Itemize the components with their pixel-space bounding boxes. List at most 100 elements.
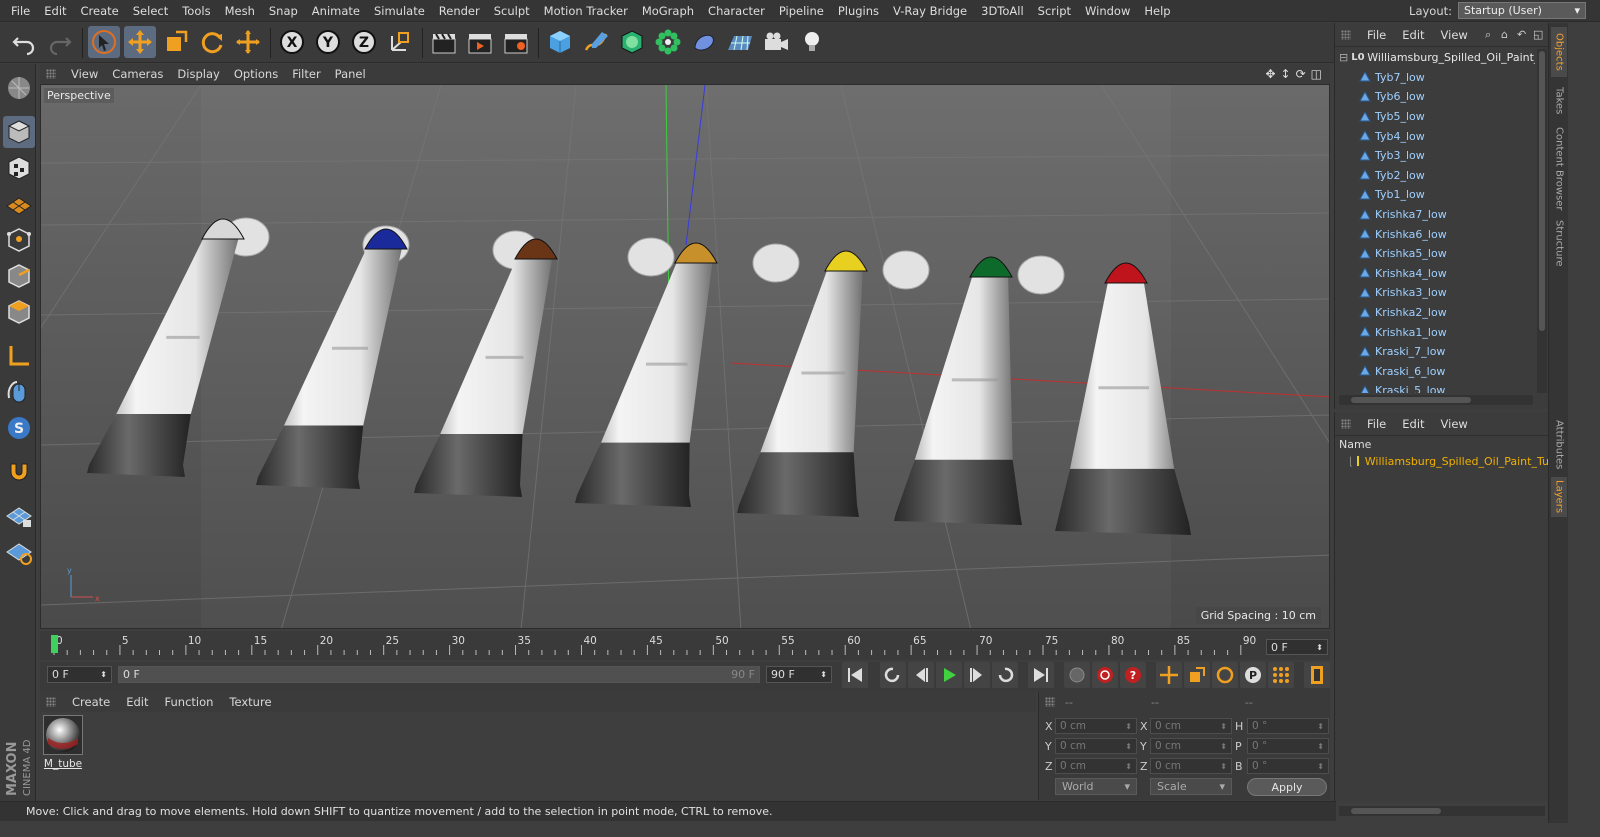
tab-content-browser[interactable]: Content Browser — [1551, 125, 1567, 213]
axis-mode-button[interactable] — [3, 340, 35, 372]
current-frame-field[interactable]: 0 F ⬍ — [1266, 639, 1328, 655]
dolly-view-icon[interactable]: ↕ — [1281, 67, 1291, 81]
tab-takes[interactable]: Takes — [1551, 81, 1567, 121]
render-picture-viewer-button[interactable] — [464, 26, 496, 58]
timeline-ruler[interactable]: 0 5 10 15 20 25 30 35 40 45 50 55 60 65 70 75 80 85 90 0 F… — [40, 631, 1330, 660]
menu-motion-tracker[interactable]: Motion Tracker — [537, 4, 635, 18]
object-row[interactable]: Tyb3_low — [1335, 146, 1535, 166]
snap-button[interactable] — [3, 456, 35, 488]
menu-create[interactable]: Create — [74, 4, 126, 18]
z-axis-lock-button[interactable]: Z — [348, 26, 380, 58]
layer-color-swatch[interactable] — [1357, 456, 1359, 466]
object-row[interactable]: Krishka5_low — [1335, 244, 1535, 264]
tab-attributes[interactable]: Attributes — [1551, 417, 1567, 473]
object-row[interactable]: Krishka7_low — [1335, 205, 1535, 225]
layout-select[interactable]: Startup (User) ▾ — [1458, 2, 1586, 19]
apply-button[interactable]: Apply — [1247, 778, 1327, 796]
loose-cap[interactable] — [627, 237, 675, 277]
object-row[interactable]: Tyb4_low — [1335, 126, 1535, 146]
make-editable-button[interactable] — [3, 72, 35, 104]
deformer-button[interactable] — [688, 26, 720, 58]
material-swatch[interactable] — [43, 715, 83, 755]
menu-mesh[interactable]: Mesh — [218, 4, 262, 18]
tab-layers[interactable]: Layers — [1551, 477, 1567, 517]
tab-structure[interactable]: Structure — [1551, 217, 1567, 269]
scale-tool-button[interactable] — [160, 26, 192, 58]
coordinate-system-button[interactable] — [384, 26, 416, 58]
edges-mode-button[interactable] — [3, 260, 35, 292]
texture-mode-button[interactable] — [3, 152, 35, 184]
render-view-button[interactable] — [428, 26, 460, 58]
rotate-tool-button[interactable] — [196, 26, 228, 58]
coord-size-x-field[interactable]: 0 cm ⬍ — [1150, 718, 1232, 734]
viewport-menu-panel[interactable]: Panel — [328, 67, 373, 81]
undo-button[interactable] — [8, 26, 40, 58]
menu-select[interactable]: Select — [126, 4, 175, 18]
objects-menu-view[interactable]: View — [1433, 28, 1476, 42]
camera-button[interactable] — [760, 26, 792, 58]
menu-window[interactable]: Window — [1078, 4, 1137, 18]
objects-menu-file[interactable]: File — [1359, 28, 1394, 42]
next-key-button[interactable] — [992, 662, 1018, 688]
pen-spline-button[interactable] — [580, 26, 612, 58]
layer-horizontal-scrollbar[interactable] — [1339, 806, 1545, 816]
viewport-3d[interactable]: yx Perspective Grid Spacing : 10 cm — [40, 84, 1330, 629]
menu-render[interactable]: Render — [432, 4, 487, 18]
menu-help[interactable]: Help — [1137, 4, 1177, 18]
menu-mograph[interactable]: MoGraph — [635, 4, 701, 18]
search-icon[interactable]: ⌕ — [1485, 28, 1497, 41]
orbit-view-icon[interactable]: ⟳ — [1296, 67, 1306, 81]
menu-simulate[interactable]: Simulate — [367, 4, 432, 18]
camera-label[interactable]: Perspective — [43, 87, 115, 104]
menu-script[interactable]: Script — [1031, 4, 1078, 18]
object-root-row[interactable]: ⊟ L0 Williamsburg_Spilled_Oil_Paint_ — [1335, 48, 1535, 68]
material-menu-edit[interactable]: Edit — [118, 695, 156, 709]
redo-button[interactable] — [44, 26, 76, 58]
viewport-menu-display[interactable]: Display — [170, 67, 226, 81]
live-selection-button[interactable] — [88, 26, 120, 58]
collapse-icon[interactable]: ⊟ — [1339, 51, 1348, 64]
toggle-view-icon[interactable]: ◫ — [1311, 67, 1322, 81]
object-row[interactable]: Kraski_5_low — [1335, 381, 1535, 393]
lock-workplane-button[interactable] — [3, 500, 35, 532]
tweak-mode-button[interactable] — [3, 376, 35, 408]
play-button[interactable] — [936, 662, 962, 688]
workplane-button[interactable] — [3, 188, 35, 220]
object-row[interactable]: Tyb7_low — [1335, 68, 1535, 88]
transform-tool-button[interactable] — [232, 26, 264, 58]
go-to-end-button[interactable] — [1028, 662, 1054, 688]
material-menu-texture[interactable]: Texture — [221, 695, 279, 709]
key-pla-button[interactable] — [1268, 662, 1294, 688]
coord-pos-z-field[interactable]: 0 cm ⬍ — [1055, 758, 1137, 774]
coord-pos-x-field[interactable]: 0 cm ⬍ — [1055, 718, 1137, 734]
polygons-mode-button[interactable] — [3, 296, 35, 328]
loose-cap[interactable] — [882, 250, 930, 290]
coord-rot-p-field[interactable]: 0 ° ⬍ — [1247, 738, 1329, 754]
objects-menu-edit[interactable]: Edit — [1394, 28, 1432, 42]
new-window-icon[interactable]: ◱ — [1533, 28, 1545, 41]
tab-objects[interactable]: Objects — [1551, 27, 1567, 77]
move-tool-button[interactable] — [124, 26, 156, 58]
light-button[interactable] — [796, 26, 828, 58]
previous-frame-button[interactable] — [908, 662, 934, 688]
menu-tools[interactable]: Tools — [175, 4, 217, 18]
points-mode-button[interactable] — [3, 224, 35, 256]
previous-key-button[interactable] — [880, 662, 906, 688]
solo-button[interactable]: S — [3, 412, 35, 444]
y-axis-lock-button[interactable]: Y — [312, 26, 344, 58]
layer-row[interactable]: ⌊ Williamsburg_Spilled_Oil_Paint_Tu — [1335, 452, 1549, 470]
object-row[interactable]: Krishka2_low — [1335, 303, 1535, 323]
menu-character[interactable]: Character — [701, 4, 772, 18]
coord-size-z-field[interactable]: 0 cm ⬍ — [1150, 758, 1232, 774]
end-frame-field[interactable]: 90 F ⬍ — [766, 666, 832, 683]
planar-workplane-button[interactable] — [3, 536, 35, 568]
menu-file[interactable]: File — [4, 4, 37, 18]
timeline-window-button[interactable] — [1304, 662, 1330, 688]
record-button[interactable] — [1092, 662, 1118, 688]
object-vertical-scrollbar[interactable] — [1537, 49, 1547, 393]
material-menu-function[interactable]: Function — [157, 695, 222, 709]
key-parameter-button[interactable]: P — [1240, 662, 1266, 688]
frame-range-slider[interactable]: 0 F 90 F — [118, 666, 760, 683]
model-mode-button[interactable] — [3, 116, 35, 148]
object-row[interactable]: Tyb2_low — [1335, 166, 1535, 186]
